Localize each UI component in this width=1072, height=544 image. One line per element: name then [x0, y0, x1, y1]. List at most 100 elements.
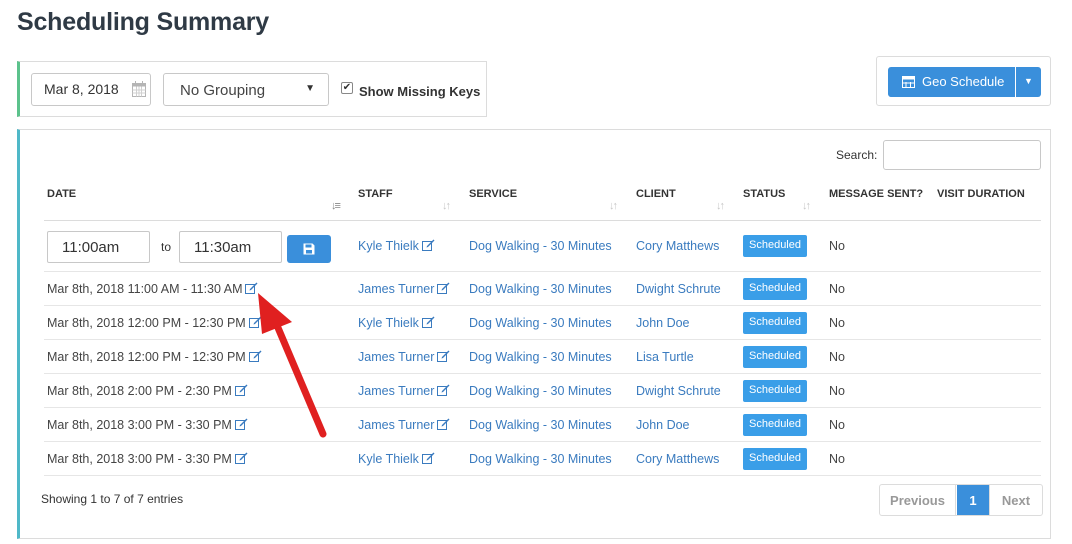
sort-icon[interactable]: ↓↑ — [716, 200, 725, 212]
edit-icon[interactable] — [421, 452, 435, 464]
edit-icon[interactable] — [421, 239, 435, 251]
pagination-previous[interactable]: Previous — [880, 485, 956, 515]
date-cell: Mar 8th, 2018 12:00 PM - 12:30 PM — [47, 316, 262, 330]
dropdown-caret-icon: ▼ — [1024, 76, 1033, 86]
date-cell: Mar 8th, 2018 12:00 PM - 12:30 PM — [47, 350, 262, 364]
search-input[interactable] — [883, 140, 1041, 170]
edit-icon[interactable] — [245, 282, 258, 294]
staff-link[interactable]: Kyle Thielk — [358, 316, 435, 330]
message-sent-value: No — [829, 452, 845, 466]
edit-icon[interactable] — [421, 316, 435, 328]
service-link[interactable]: Dog Walking - 30 Minutes — [469, 350, 612, 364]
status-badge: Scheduled — [743, 380, 807, 402]
staff-link[interactable]: Kyle Thielk — [358, 239, 435, 253]
show-missing-keys-checkbox[interactable]: ✔ — [341, 82, 353, 94]
column-header-client[interactable]: CLIENT — [636, 188, 676, 200]
client-link[interactable]: Cory Matthews — [636, 452, 719, 466]
service-link[interactable]: Dog Walking - 30 Minutes — [469, 282, 612, 296]
edit-icon[interactable] — [234, 418, 248, 430]
status-badge: Scheduled — [743, 448, 807, 470]
edit-icon[interactable] — [234, 384, 248, 396]
date-value: Mar 8th, 2018 12:00 PM - 12:30 PM — [47, 350, 246, 364]
column-header-status[interactable]: STATUS — [743, 188, 785, 200]
date-value: Mar 8th, 2018 3:00 PM - 3:30 PM — [47, 452, 232, 466]
filter-panel: Mar 8, 2018 No Grouping ▼ ✔ Show Missing… — [17, 61, 487, 117]
staff-link[interactable]: James Turner — [358, 282, 450, 296]
column-header-date[interactable]: DATE — [47, 188, 76, 200]
edit-icon[interactable] — [234, 452, 248, 464]
staff-link[interactable]: James Turner — [358, 418, 450, 432]
client-link[interactable]: Dwight Schrute — [636, 282, 721, 296]
status-badge: Scheduled — [743, 414, 807, 436]
staff-name: James Turner — [358, 384, 435, 398]
staff-name: Kyle Thielk — [358, 452, 419, 466]
message-sent-value: No — [829, 239, 845, 253]
client-link[interactable]: John Doe — [636, 316, 690, 330]
date-value: Mar 8th, 2018 3:00 PM - 3:30 PM — [47, 418, 232, 432]
end-time-input[interactable]: 11:30am — [179, 231, 282, 263]
search-label: Search: — [836, 148, 878, 162]
table-row: Mar 8th, 2018 3:00 PM - 3:30 PM Kyle Thi… — [44, 442, 1041, 476]
edit-icon[interactable] — [248, 316, 262, 328]
show-missing-keys-label[interactable]: Show Missing Keys — [359, 84, 480, 99]
date-value: Mar 8th, 2018 11:00 AM - 11:30 AM — [47, 282, 243, 296]
service-link[interactable]: Dog Walking - 30 Minutes — [469, 316, 612, 330]
staff-link[interactable]: Kyle Thielk — [358, 452, 435, 466]
client-link[interactable]: Lisa Turtle — [636, 350, 694, 364]
message-sent-value: No — [829, 350, 845, 364]
staff-link[interactable]: James Turner — [358, 350, 450, 364]
grouping-select[interactable]: No Grouping ▼ — [163, 73, 329, 106]
staff-name: James Turner — [358, 282, 435, 296]
save-time-button[interactable] — [287, 235, 331, 263]
geo-schedule-label: Geo Schedule — [922, 74, 1005, 89]
column-header-message-sent[interactable]: MESSAGE SENT? — [829, 188, 923, 200]
staff-name: Kyle Thielk — [358, 316, 419, 330]
client-link[interactable]: John Doe — [636, 418, 690, 432]
start-time-input[interactable]: 11:00am — [47, 231, 150, 263]
client-link[interactable]: Dwight Schrute — [636, 384, 721, 398]
page-title: Scheduling Summary — [17, 8, 270, 36]
table-row: Mar 8th, 2018 3:00 PM - 3:30 PM James Tu… — [44, 408, 1041, 442]
schedule-table-panel: Search: DATE ↓≡ STAFF ↓↑ SERVICE ↓↑ CLIE… — [17, 129, 1051, 539]
column-header-visit-duration[interactable]: VISIT DURATION — [937, 188, 1025, 200]
edit-icon[interactable] — [437, 350, 450, 362]
edit-icon[interactable] — [437, 282, 450, 294]
calendar-icon[interactable] — [132, 81, 146, 97]
column-header-service[interactable]: SERVICE — [469, 188, 517, 200]
column-header-staff[interactable]: STAFF — [358, 188, 393, 200]
edit-icon[interactable] — [437, 418, 450, 430]
date-cell: Mar 8th, 2018 3:00 PM - 3:30 PM — [47, 452, 248, 466]
status-badge: Scheduled — [743, 346, 807, 368]
pagination-page[interactable]: 1 — [957, 485, 989, 515]
service-link[interactable]: Dog Walking - 30 Minutes — [469, 239, 612, 253]
date-value: Mar 8th, 2018 12:00 PM - 12:30 PM — [47, 316, 246, 330]
table-row: Mar 8th, 2018 2:00 PM - 2:30 PM James Tu… — [44, 374, 1041, 408]
sort-icon[interactable]: ↓↑ — [442, 200, 451, 212]
table-row: Mar 8th, 2018 12:00 PM - 12:30 PM Kyle T… — [44, 306, 1041, 340]
staff-link[interactable]: James Turner — [358, 384, 450, 398]
pagination-next[interactable]: Next — [989, 485, 1042, 515]
date-cell: Mar 8th, 2018 11:00 AM - 11:30 AM — [47, 282, 258, 296]
sort-icon[interactable]: ↓↑ — [609, 200, 618, 212]
sort-icon[interactable]: ↓≡ — [331, 200, 341, 212]
save-icon — [303, 243, 315, 255]
geo-schedule-panel: Geo Schedule ▼ — [876, 56, 1051, 106]
checkbox-checked-icon: ✔ — [342, 82, 352, 93]
message-sent-value: No — [829, 282, 845, 296]
geo-schedule-dropdown-toggle[interactable]: ▼ — [1016, 67, 1041, 97]
staff-name: James Turner — [358, 350, 435, 364]
message-sent-value: No — [829, 418, 845, 432]
sort-icon[interactable]: ↓↑ — [802, 200, 811, 212]
time-range-to-label: to — [161, 240, 172, 254]
service-link[interactable]: Dog Walking - 30 Minutes — [469, 418, 612, 432]
service-link[interactable]: Dog Walking - 30 Minutes — [469, 384, 612, 398]
status-badge: Scheduled — [743, 235, 807, 257]
pagination: Previous 1 Next — [879, 484, 1043, 516]
service-link[interactable]: Dog Walking - 30 Minutes — [469, 452, 612, 466]
client-link[interactable]: Cory Matthews — [636, 239, 719, 253]
date-picker-input[interactable]: Mar 8, 2018 — [31, 73, 151, 106]
edit-icon[interactable] — [248, 350, 262, 362]
grouping-value: No Grouping — [180, 82, 266, 99]
geo-schedule-button[interactable]: Geo Schedule — [888, 67, 1015, 97]
edit-icon[interactable] — [437, 384, 450, 396]
